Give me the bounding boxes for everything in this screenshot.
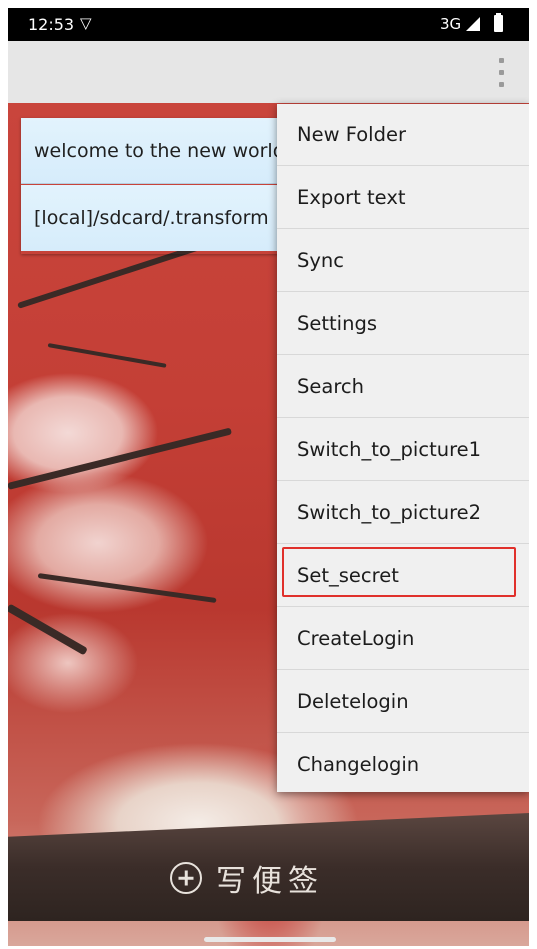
status-bar: 12:53 ▽ 3G bbox=[8, 8, 529, 41]
menu-item-change-login[interactable]: Changelogin bbox=[277, 734, 529, 796]
menu-item-new-folder[interactable]: New Folder bbox=[277, 104, 529, 166]
phone-screen: 12:53 ▽ 3G welcome to the new world [loc… bbox=[8, 8, 529, 946]
vpn-icon: ▽ bbox=[80, 14, 92, 32]
menu-item-create-login[interactable]: CreateLogin bbox=[277, 608, 529, 670]
action-bar bbox=[8, 41, 529, 103]
branch-decoration bbox=[8, 427, 233, 490]
menu-item-export-text[interactable]: Export text bbox=[277, 167, 529, 229]
write-note-button[interactable]: 写便签 bbox=[170, 858, 324, 899]
battery-icon bbox=[494, 13, 503, 32]
status-time: 12:53 bbox=[28, 15, 75, 34]
write-note-label: 写便签 bbox=[216, 864, 324, 899]
branch-decoration bbox=[47, 343, 167, 368]
network-type: 3G bbox=[440, 15, 462, 33]
overflow-menu: New Folder Export text Sync Settings Sea… bbox=[277, 104, 529, 792]
more-vert-icon[interactable] bbox=[495, 58, 507, 88]
branch-decoration bbox=[8, 603, 88, 656]
signal-icon bbox=[466, 17, 480, 31]
menu-item-delete-login[interactable]: Deletelogin bbox=[277, 671, 529, 733]
menu-item-settings[interactable]: Settings bbox=[277, 293, 529, 355]
gesture-nav-handle[interactable] bbox=[204, 937, 336, 942]
menu-item-sync[interactable]: Sync bbox=[277, 230, 529, 292]
add-circle-icon bbox=[170, 862, 202, 894]
branch-decoration bbox=[37, 573, 217, 604]
menu-item-switch-picture2[interactable]: Switch_to_picture2 bbox=[277, 482, 529, 544]
menu-item-search[interactable]: Search bbox=[277, 356, 529, 418]
menu-item-set-secret[interactable]: Set_secret bbox=[277, 545, 529, 607]
menu-item-switch-picture1[interactable]: Switch_to_picture1 bbox=[277, 419, 529, 481]
